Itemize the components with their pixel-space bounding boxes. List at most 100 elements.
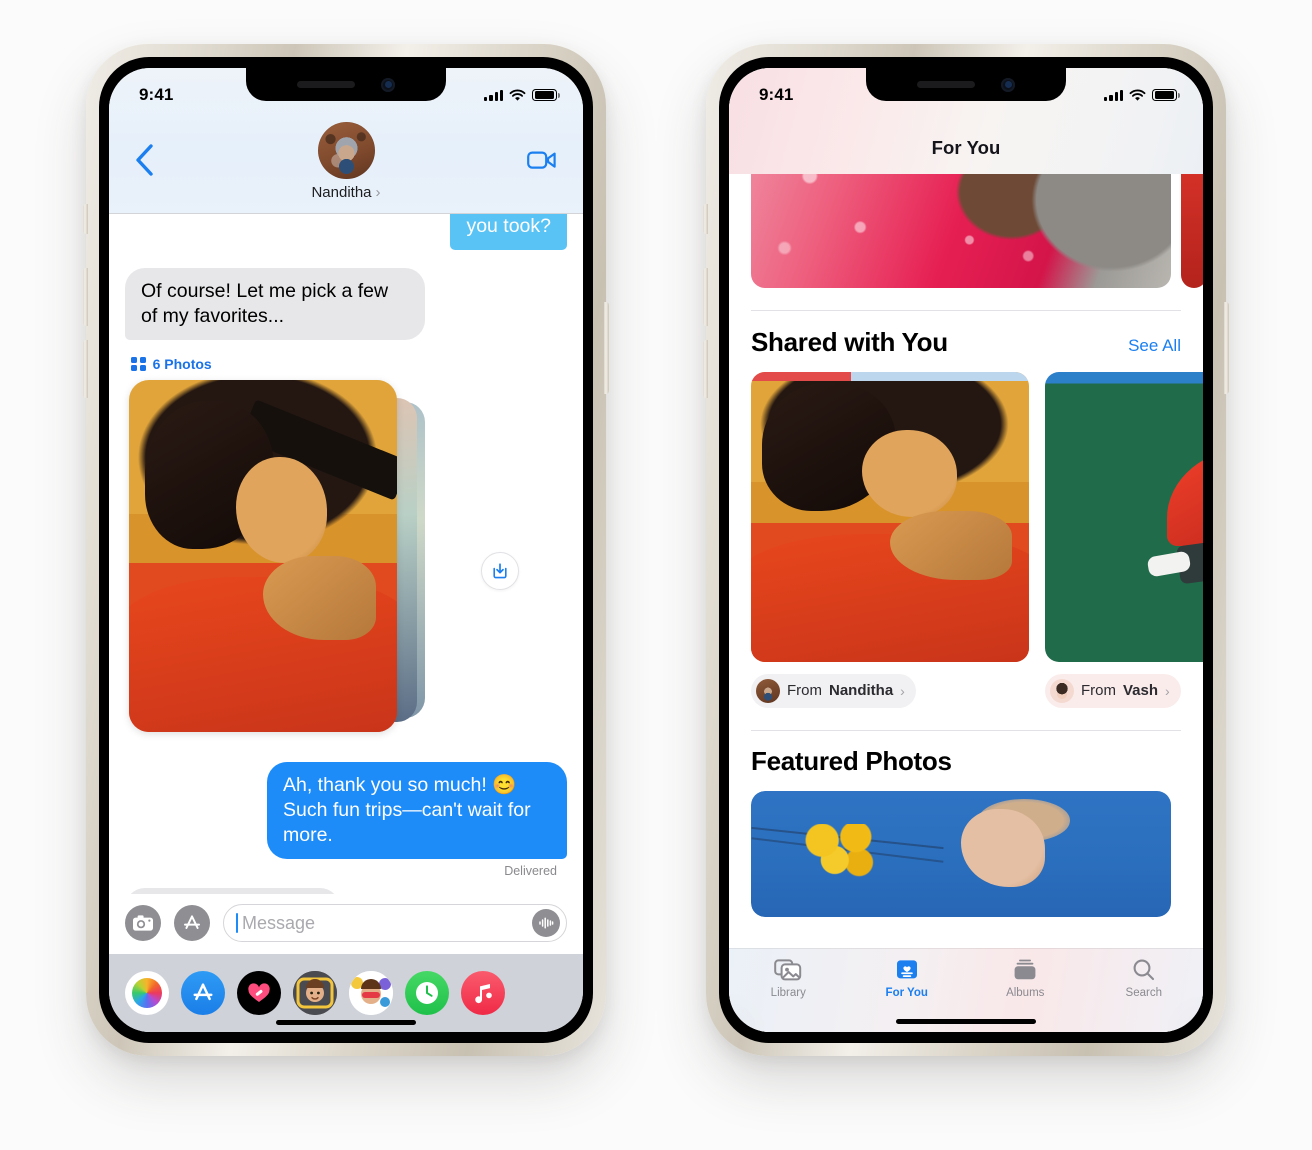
- battery-full-icon: [1152, 88, 1180, 102]
- page-title: For You: [931, 137, 1001, 158]
- photo-stack-attachment[interactable]: [129, 379, 519, 738]
- photo-count-text: 6 Photos: [152, 355, 212, 372]
- app-store-app-icon[interactable]: [181, 971, 225, 1015]
- shared-photo-thumbnail[interactable]: [751, 371, 1029, 662]
- home-indicator: [896, 1019, 1036, 1024]
- battery-full-icon: [532, 88, 560, 102]
- music-app-icon[interactable]: [461, 971, 505, 1015]
- earpiece-speaker: [297, 81, 355, 88]
- tab-albums[interactable]: Albums: [966, 958, 1085, 999]
- avatar[interactable]: [317, 122, 375, 179]
- message-row-incoming: Me too! Miss you. ❤️: [125, 887, 567, 894]
- featured-photos-row[interactable]: [751, 791, 1181, 918]
- albums-stack-icon: [1014, 959, 1036, 980]
- tab-library[interactable]: Library: [729, 958, 848, 999]
- from-name: Nanditha: [829, 682, 894, 700]
- message-placeholder: Message: [242, 912, 316, 933]
- shared-photo-thumbnail[interactable]: [1045, 371, 1203, 662]
- home-indicator: [276, 1020, 416, 1025]
- message-input[interactable]: Message: [223, 904, 567, 942]
- power-button[interactable]: [1224, 302, 1229, 394]
- fitness-app-icon[interactable]: [237, 971, 281, 1015]
- featured-photo-thumbnail[interactable]: [751, 791, 1171, 918]
- photo-detail: [1167, 446, 1203, 546]
- earpiece-speaker: [917, 81, 975, 88]
- from-attribution-pill[interactable]: From Nanditha ›: [751, 673, 916, 708]
- messages-screen: 9:41 Nanditha › you took? Of course! Let…: [109, 68, 583, 1032]
- volume-up-button[interactable]: [83, 268, 88, 326]
- facetime-button[interactable]: [527, 150, 557, 175]
- featured-photos-header: Featured Photos: [729, 730, 1203, 777]
- app-store-icon: [184, 915, 200, 929]
- from-attribution-pill[interactable]: From Vash ›: [1045, 673, 1181, 708]
- message-bubble[interactable]: Ah, thank you so much! 😊 Such fun trips—…: [267, 761, 567, 859]
- apps-button[interactable]: [174, 905, 210, 941]
- memoji-1-icon[interactable]: [293, 971, 337, 1015]
- volume-down-button[interactable]: [83, 340, 88, 398]
- tab-search[interactable]: Search: [1085, 958, 1204, 999]
- shared-with-you-row[interactable]: From Nanditha › From Vash ›: [729, 358, 1203, 708]
- tab-label: Search: [1125, 987, 1162, 999]
- status-time: 9:41: [759, 85, 794, 104]
- message-thread[interactable]: you took? Of course! Let me pick a few o…: [109, 214, 583, 894]
- photo-attachment-label: 6 Photos: [131, 356, 567, 372]
- delivery-status: Delivered: [504, 863, 557, 878]
- audio-message-button[interactable]: [532, 909, 560, 937]
- message-row-incoming: Of course! Let me pick a few of my favor…: [125, 267, 567, 340]
- message-bubble[interactable]: Me too! Miss you. ❤️: [125, 887, 340, 894]
- device-bezel: 9:41 Nanditha › you took? Of course! Let…: [99, 57, 593, 1043]
- message-bubble[interactable]: Of course! Let me pick a few of my favor…: [125, 267, 425, 340]
- message-bubble[interactable]: you took?: [450, 214, 567, 250]
- camera-button[interactable]: [125, 905, 161, 941]
- silence-switch[interactable]: [83, 204, 88, 234]
- shared-with-you-header: Shared with You See All: [729, 311, 1203, 358]
- tab-label: Library: [770, 987, 806, 999]
- section-title: Shared with You: [751, 326, 948, 357]
- grid-4-squares-icon: [131, 356, 146, 372]
- save-to-photos-icon: [493, 563, 507, 579]
- signal-bars-icon: [1104, 89, 1123, 101]
- from-prefix: From: [787, 682, 822, 700]
- volume-down-button[interactable]: [703, 340, 708, 398]
- tab-for-you[interactable]: For You: [848, 958, 967, 999]
- front-camera-icon: [1001, 77, 1015, 92]
- section-title: Featured Photos: [751, 746, 952, 777]
- list-item[interactable]: From Vash ›: [1045, 371, 1203, 708]
- imessage-app-drawer[interactable]: [109, 954, 583, 1032]
- photo-detail: [961, 808, 1045, 887]
- wifi-icon: [1129, 89, 1146, 101]
- memoji-2-icon[interactable]: [349, 971, 393, 1015]
- avatar: [1050, 678, 1074, 703]
- message-input-bar: Message: [109, 894, 583, 954]
- wifi-icon: [509, 89, 526, 101]
- avatar: [756, 678, 780, 703]
- message-row-outgoing: Ah, thank you so much! 😊 Such fun trips—…: [125, 761, 567, 859]
- save-to-photos-button[interactable]: [481, 551, 519, 590]
- audio-waveform-icon: [539, 917, 554, 929]
- see-all-button[interactable]: See All: [1128, 336, 1181, 356]
- chevron-right-icon: ›: [1165, 682, 1170, 699]
- device-bezel: 9:41 For You Shared with You See All Fro…: [719, 57, 1213, 1043]
- display-notch: [246, 68, 446, 101]
- photos-app-icon[interactable]: [125, 971, 169, 1015]
- silence-switch[interactable]: [703, 204, 708, 234]
- photo-detail: [862, 429, 957, 517]
- clock-app-icon[interactable]: [405, 971, 449, 1015]
- list-item[interactable]: From Nanditha ›: [751, 371, 1029, 708]
- for-you-card-icon: [896, 960, 917, 979]
- iphone-photos-device: 9:41 For You Shared with You See All Fro…: [703, 44, 1229, 1056]
- signal-bars-icon: [484, 89, 503, 101]
- power-button[interactable]: [604, 302, 609, 394]
- chevron-right-icon: ›: [375, 184, 381, 201]
- photo-library-icon: [774, 959, 802, 981]
- volume-up-button[interactable]: [703, 268, 708, 326]
- contact-name-row[interactable]: Nanditha ›: [311, 184, 380, 201]
- photos-content[interactable]: Shared with You See All From Nanditha › …: [729, 128, 1203, 1032]
- contact-header[interactable]: Nanditha ›: [109, 122, 583, 202]
- photo-detail: [797, 823, 882, 882]
- front-camera-icon: [381, 77, 395, 92]
- photo-thumbnail-primary[interactable]: [129, 379, 397, 732]
- photo-detail: [236, 457, 328, 563]
- message-row-outgoing-clipped: you took?: [125, 214, 567, 250]
- iphone-messages-device: 9:41 Nanditha › you took? Of course! Let…: [83, 44, 609, 1056]
